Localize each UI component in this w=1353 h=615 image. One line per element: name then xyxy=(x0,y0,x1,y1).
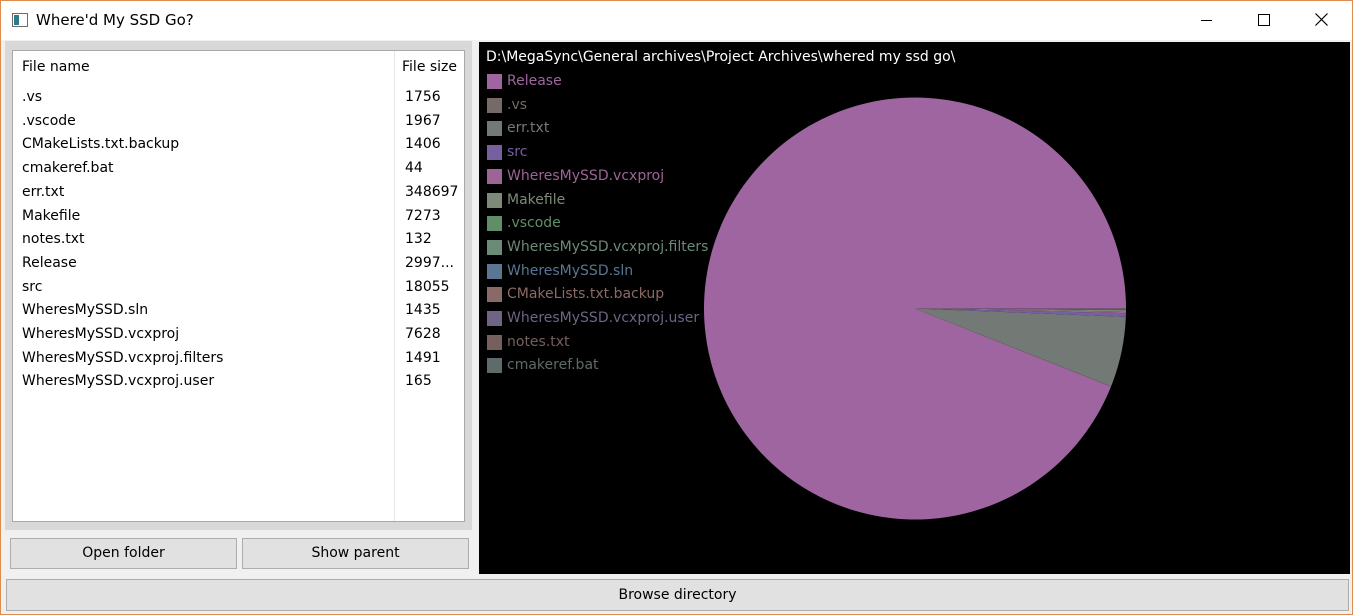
minimize-button[interactable] xyxy=(1177,1,1235,40)
table-row[interactable]: cmakeref.bat 44 xyxy=(13,160,464,184)
legend-label: .vscode xyxy=(507,215,561,232)
legend-label: Release xyxy=(507,73,562,89)
table-row[interactable]: CMakeLists.txt.backup 1406 xyxy=(13,136,464,160)
legend-swatch xyxy=(487,168,502,184)
file-name-cell: Release xyxy=(22,254,77,271)
legend-label: WheresMySSD.vcxproj.filters xyxy=(507,238,709,255)
legend-swatch xyxy=(487,263,502,279)
file-list-panel: File name File size .vs 1756 .vscode 1967 CM… xyxy=(5,41,472,530)
maximize-button[interactable] xyxy=(1235,1,1293,40)
file-name-cell: .vscode xyxy=(22,112,76,129)
file-size-cell: 348697 xyxy=(405,183,459,200)
legend-label: err.txt xyxy=(507,120,550,137)
table-row[interactable]: WheresMySSD.vcxproj.filters 1491 xyxy=(13,350,464,374)
pie-chart xyxy=(704,97,1126,520)
file-name-cell: Makefile xyxy=(22,207,81,224)
legend-label: .vs xyxy=(507,96,528,113)
file-name-cell: err.txt xyxy=(22,183,65,200)
table-row[interactable]: .vscode 1967 xyxy=(13,113,464,137)
pie-chart-area[interactable]: D:\MegaSync\General archives\Project Arc… xyxy=(479,42,1350,574)
pie-slice xyxy=(704,97,1126,520)
file-name-cell: notes.txt xyxy=(22,231,85,248)
legend-label: src xyxy=(507,144,528,161)
file-size-cell: 132 xyxy=(405,231,432,248)
table-row[interactable]: .vs 1756 xyxy=(13,89,464,113)
table-row[interactable]: WheresMySSD.vcxproj.user 165 xyxy=(13,373,464,397)
legend-swatch xyxy=(487,74,502,89)
file-size-cell: 2997... xyxy=(405,254,454,271)
maximize-icon xyxy=(1258,14,1270,26)
show-parent-button[interactable]: Show parent xyxy=(242,538,469,569)
minimize-icon xyxy=(1201,20,1212,21)
file-size-cell: 1967 xyxy=(405,112,441,129)
legend-swatch xyxy=(487,121,502,137)
file-size-cell: 7273 xyxy=(405,207,441,224)
file-name-cell: CMakeLists.txt.backup xyxy=(22,136,180,153)
file-name-cell: .vs xyxy=(22,89,43,105)
legend-label: WheresMySSD.vcxproj.user xyxy=(507,310,700,326)
file-size-cell: 1435 xyxy=(405,302,441,319)
table-row[interactable]: WheresMySSD.vcxproj 7628 xyxy=(13,326,464,350)
close-icon xyxy=(1315,13,1328,26)
file-name-cell: WheresMySSD.sln xyxy=(22,302,149,319)
legend-swatch xyxy=(487,216,502,232)
legend-swatch xyxy=(487,239,502,255)
legend-swatch xyxy=(487,311,502,326)
legend-swatch xyxy=(487,145,502,161)
file-size-cell: 1406 xyxy=(405,136,441,153)
file-size-cell: 18055 xyxy=(405,278,450,295)
legend-label: notes.txt xyxy=(507,333,570,350)
app-icon xyxy=(12,13,28,27)
close-button[interactable] xyxy=(1293,1,1351,40)
table-row[interactable]: src 18055 xyxy=(13,279,464,303)
legend-swatch xyxy=(487,287,502,303)
table-row[interactable]: Release 2997... xyxy=(13,255,464,279)
legend-label: WheresMySSD.sln xyxy=(507,262,634,279)
file-size-cell: 44 xyxy=(405,160,423,177)
browse-directory-button[interactable]: Browse directory xyxy=(6,579,1349,611)
file-table[interactable]: File name File size .vs 1756 .vscode 1967 CM… xyxy=(12,50,465,522)
file-name-cell: src xyxy=(22,278,43,295)
file-name-cell: WheresMySSD.vcxproj xyxy=(22,326,180,342)
window-title: Where'd My SSD Go? xyxy=(36,11,194,29)
table-row[interactable]: WheresMySSD.sln 1435 xyxy=(13,302,464,326)
file-name-cell: cmakeref.bat xyxy=(22,160,114,177)
file-size-cell: 7628 xyxy=(405,326,441,342)
file-size-cell: 165 xyxy=(405,373,432,390)
open-folder-button[interactable]: Open folder xyxy=(10,538,237,569)
legend-swatch xyxy=(487,192,502,208)
legend-label: Makefile xyxy=(507,191,566,208)
legend-label: cmakeref.bat xyxy=(507,357,599,374)
table-row[interactable]: err.txt 348697 xyxy=(13,184,464,208)
table-row[interactable]: notes.txt 132 xyxy=(13,231,464,255)
file-name-cell: WheresMySSD.vcxproj.filters xyxy=(22,349,224,366)
file-size-cell: 1491 xyxy=(405,349,441,366)
legend-swatch xyxy=(487,358,502,374)
table-row[interactable]: Makefile 7273 xyxy=(13,208,464,232)
column-header-file-name[interactable]: File name xyxy=(22,59,90,75)
legend-label: WheresMySSD.vcxproj xyxy=(507,167,665,184)
current-path: D:\MegaSync\General archives\Project Arc… xyxy=(486,49,956,65)
column-header-file-size[interactable]: File size xyxy=(402,59,457,75)
app-window: Where'd My SSD Go? File name File size .… xyxy=(0,0,1353,615)
legend-swatch xyxy=(487,97,502,113)
legend-label: CMakeLists.txt.backup xyxy=(507,286,665,303)
legend-swatch xyxy=(487,334,502,350)
file-name-cell: WheresMySSD.vcxproj.user xyxy=(22,373,215,390)
file-size-cell: 1756 xyxy=(405,89,441,105)
title-bar[interactable]: Where'd My SSD Go? xyxy=(1,1,1352,40)
